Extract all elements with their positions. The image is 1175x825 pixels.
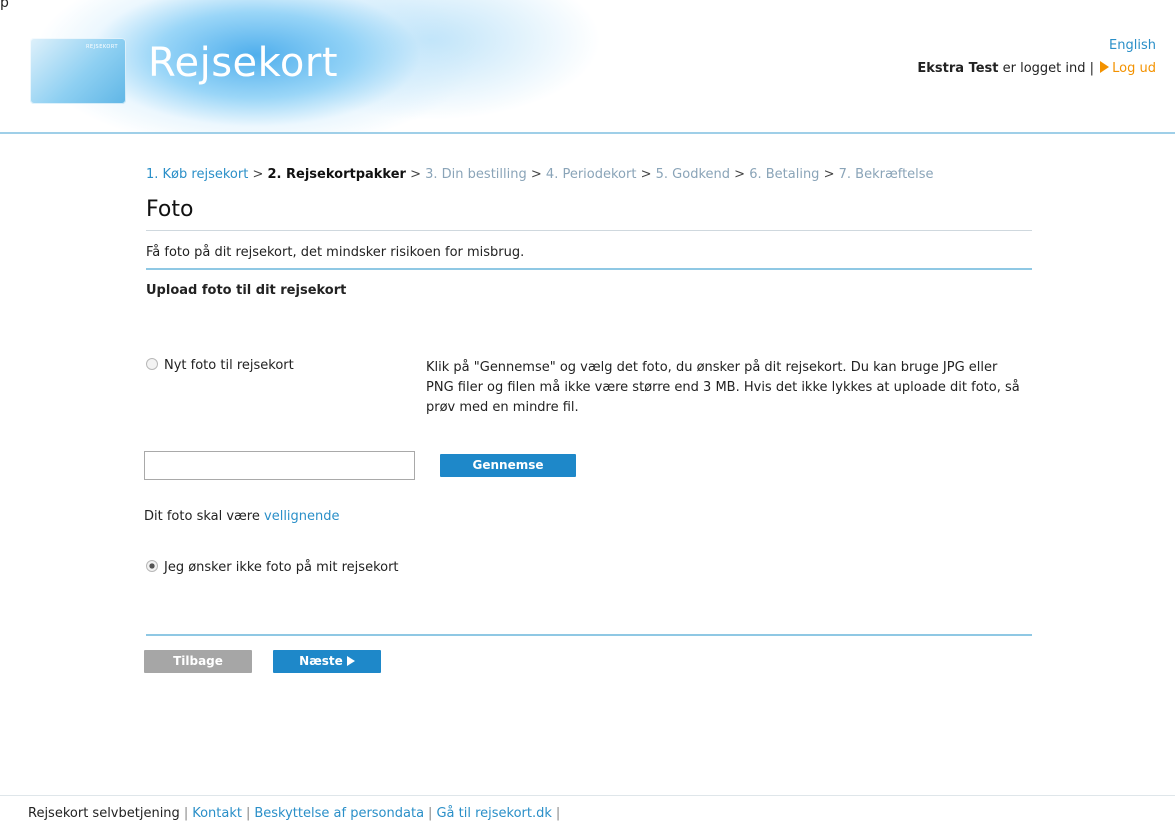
no-photo-label: Jeg ønsker ikke foto på mit rejsekort: [164, 560, 399, 575]
no-photo-option[interactable]: Jeg ønsker ikke foto på mit rejsekort: [146, 558, 406, 578]
step-7: 7. Bekræftelse: [838, 167, 934, 182]
back-button[interactable]: Tilbage: [144, 650, 252, 673]
step-separator: >: [530, 167, 542, 182]
browse-button[interactable]: Gennemse: [440, 454, 576, 477]
user-name: Ekstra Test: [917, 61, 999, 76]
new-photo-option[interactable]: Nyt foto til rejsekort: [146, 358, 294, 373]
footer-contact-link[interactable]: Kontakt: [192, 806, 242, 821]
logo-card-text: REJSEKORT: [85, 44, 118, 50]
title-divider: [146, 230, 1032, 231]
logged-in-text: er logget ind |: [1002, 61, 1095, 76]
step-breadcrumb: 1. Køb rejsekort > 2. Rejsekortpakker > …: [146, 164, 1032, 185]
language-link[interactable]: English: [1109, 38, 1156, 53]
user-status: Ekstra Test er logget ind | Log ud: [917, 61, 1156, 76]
next-arrow-icon: [346, 656, 355, 666]
actions-divider: [146, 634, 1032, 636]
footer-divider: [0, 795, 1175, 796]
file-path-input[interactable]: [144, 451, 415, 480]
footer: Rejsekort selvbetjening | Kontakt | Beskytte…: [28, 806, 564, 821]
brand-title: Rejsekort: [148, 40, 339, 86]
new-photo-label: Nyt foto til rejsekort: [164, 358, 294, 373]
step-5: 5. Godkend: [655, 167, 731, 182]
footer-pipe: |: [245, 806, 251, 821]
footer-pipe: |: [428, 806, 433, 821]
header-divider: [0, 132, 1175, 134]
next-label: Næste: [299, 654, 343, 668]
step-separator: >: [640, 167, 652, 182]
step-separator: >: [734, 167, 746, 182]
step-1-link[interactable]: 1. Køb rejsekort: [146, 167, 248, 182]
rejsekort-card-logo[interactable]: REJSEKORT: [30, 38, 126, 104]
main-content: 1. Køb rejsekort > 2. Rejsekortpakker > …: [144, 164, 1032, 673]
step-separator: >: [823, 167, 835, 182]
step-4: 4. Periodekort: [545, 167, 637, 182]
footer-privacy-link[interactable]: Beskyttelse af persondata: [254, 806, 424, 821]
new-photo-radio[interactable]: [146, 358, 158, 370]
step-3: 3. Din bestilling: [425, 167, 527, 182]
upload-section-title: Upload foto til dit rejsekort: [146, 283, 347, 298]
footer-pipe: |: [183, 806, 189, 821]
no-photo-radio[interactable]: [146, 560, 158, 572]
upload-instructions: Klik på "Gennemse" og vælg det foto, du …: [426, 360, 1020, 415]
footer-site-name: Rejsekort selvbetjening: [28, 806, 180, 821]
logout-link[interactable]: Log ud: [1112, 61, 1156, 76]
step-separator: >: [252, 167, 264, 182]
vellignende-link[interactable]: vellignende: [264, 509, 340, 524]
step-6: 6. Betaling: [749, 167, 820, 182]
footer-pipe: |: [555, 806, 561, 821]
step-separator: >: [410, 167, 421, 182]
logout-play-icon[interactable]: [1100, 61, 1110, 73]
intro-text: Få foto på dit rejsekort, det mindsker r…: [146, 245, 525, 260]
page-title: Foto: [146, 197, 194, 222]
photo-requirement-text: Dit foto skal være: [144, 509, 260, 524]
step-2-current: 2. Rejsekortpakker: [267, 167, 406, 182]
intro-divider: [146, 268, 1032, 270]
photo-requirement: Dit foto skal være vellignende: [144, 509, 340, 524]
footer-goto-link[interactable]: Gå til rejsekort.dk: [436, 806, 551, 821]
next-button[interactable]: Næste: [273, 650, 381, 673]
